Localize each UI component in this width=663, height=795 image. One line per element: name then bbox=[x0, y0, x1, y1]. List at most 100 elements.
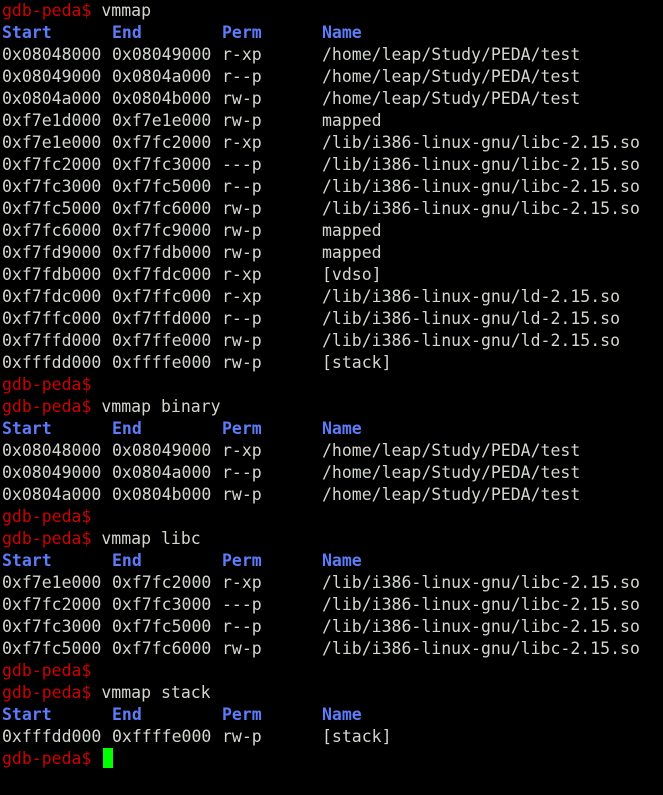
cell-perm: rw-p bbox=[222, 89, 262, 108]
cell-perm: r--p bbox=[222, 309, 262, 328]
cell-perm: ---p bbox=[222, 155, 262, 174]
cell-end: 0xf7fc5000 bbox=[112, 617, 212, 636]
column-header-start: Start bbox=[2, 551, 52, 570]
cell-end: 0xf7fc3000 bbox=[112, 155, 212, 174]
cell-perm: rw-p bbox=[222, 111, 262, 130]
prompt-line: gdb-peda$ vmmap stack bbox=[2, 682, 211, 704]
cell-start: 0xfffdd000 bbox=[2, 353, 102, 372]
cell-perm: r-xp bbox=[222, 265, 262, 284]
command-text: vmmap libc bbox=[101, 529, 201, 548]
cell-start: 0x08048000 bbox=[2, 441, 102, 460]
cell-name: mapped bbox=[322, 221, 382, 240]
cell-name: /lib/i386-linux-gnu/libc-2.15.so bbox=[322, 199, 640, 218]
terminal-window[interactable]: gdb-peda$ vmmap Start End Perm Name 0x0804800… bbox=[0, 0, 663, 795]
column-header-name: Name bbox=[322, 551, 362, 570]
cell-name: /lib/i386-linux-gnu/libc-2.15.so bbox=[322, 595, 640, 614]
cell-perm: rw-p bbox=[222, 243, 262, 262]
prompt-line: gdb-peda$ bbox=[2, 660, 91, 682]
cell-perm: r--p bbox=[222, 67, 262, 86]
command-text: vmmap bbox=[101, 1, 152, 20]
prompt-line: gdb-peda$ bbox=[2, 506, 91, 528]
cell-start: 0x08049000 bbox=[2, 463, 102, 482]
terminal-cursor[interactable] bbox=[103, 748, 114, 768]
cell-end: 0xf7fc3000 bbox=[112, 595, 212, 614]
cell-name: /lib/i386-linux-gnu/libc-2.15.so bbox=[322, 133, 640, 152]
prompt-label: gdb-peda$ bbox=[2, 683, 92, 702]
cell-perm: r-xp bbox=[222, 133, 262, 152]
cell-name: /lib/i386-linux-gnu/ld-2.15.so bbox=[322, 287, 621, 306]
cell-name: /home/leap/Study/PEDA/test bbox=[322, 67, 581, 86]
cell-start: 0xf7ffd000 bbox=[2, 331, 102, 350]
cell-end: 0xffffe000 bbox=[112, 727, 212, 746]
prompt-line: gdb-peda$ vmmap binary bbox=[2, 396, 221, 418]
cell-start: 0x0804a000 bbox=[2, 485, 102, 504]
cell-perm: r--p bbox=[222, 463, 262, 482]
cell-perm: r-xp bbox=[222, 287, 262, 306]
cell-name: mapped bbox=[322, 111, 382, 130]
cell-start: 0xf7fc2000 bbox=[2, 155, 102, 174]
column-header-perm: Perm bbox=[222, 551, 262, 570]
cell-end: 0x0804b000 bbox=[112, 485, 212, 504]
cell-start: 0xf7e1e000 bbox=[2, 133, 102, 152]
cell-name: /lib/i386-linux-gnu/libc-2.15.so bbox=[322, 617, 640, 636]
column-header-perm: Perm bbox=[222, 419, 262, 438]
cell-start: 0xfffdd000 bbox=[2, 727, 102, 746]
cell-start: 0xf7fdc000 bbox=[2, 287, 102, 306]
cell-end: 0xf7ffe000 bbox=[112, 331, 212, 350]
cell-end: 0xf7fc9000 bbox=[112, 221, 212, 240]
cell-name: /home/leap/Study/PEDA/test bbox=[322, 45, 581, 64]
prompt-line: gdb-peda$ bbox=[2, 748, 114, 770]
cell-end: 0xf7fc6000 bbox=[112, 199, 212, 218]
cell-start: 0xf7fc3000 bbox=[2, 177, 102, 196]
column-header-perm: Perm bbox=[222, 705, 262, 724]
cell-perm: r--p bbox=[222, 177, 262, 196]
column-header-start: Start bbox=[2, 419, 52, 438]
cell-start: 0xf7fc2000 bbox=[2, 595, 102, 614]
cell-start: 0x08048000 bbox=[2, 45, 102, 64]
cell-name: /home/leap/Study/PEDA/test bbox=[322, 441, 581, 460]
cell-perm: ---p bbox=[222, 595, 262, 614]
cell-start: 0xf7fc5000 bbox=[2, 199, 102, 218]
cell-perm: rw-p bbox=[222, 727, 262, 746]
cell-end: 0xf7e1e000 bbox=[112, 111, 212, 130]
cell-end: 0xf7ffc000 bbox=[112, 287, 212, 306]
cell-name: /lib/i386-linux-gnu/ld-2.15.so bbox=[322, 331, 621, 350]
column-header-start: Start bbox=[2, 23, 52, 42]
cell-start: 0x0804a000 bbox=[2, 89, 102, 108]
cell-end: 0x08049000 bbox=[112, 441, 212, 460]
column-header-end: End bbox=[112, 551, 142, 570]
column-header-perm: Perm bbox=[222, 23, 262, 42]
cell-end: 0x08049000 bbox=[112, 45, 212, 64]
cell-end: 0x0804b000 bbox=[112, 89, 212, 108]
cell-name: /lib/i386-linux-gnu/libc-2.15.so bbox=[322, 155, 640, 174]
cell-end: 0x0804a000 bbox=[112, 463, 212, 482]
cell-end: 0x0804a000 bbox=[112, 67, 212, 86]
prompt-label: gdb-peda$ bbox=[2, 375, 92, 394]
cell-start: 0xf7fc6000 bbox=[2, 221, 102, 240]
cell-name: /home/leap/Study/PEDA/test bbox=[322, 89, 581, 108]
cell-name: [stack] bbox=[322, 727, 392, 746]
column-header-name: Name bbox=[322, 23, 362, 42]
cell-perm: rw-p bbox=[222, 639, 262, 658]
cell-perm: rw-p bbox=[222, 331, 262, 350]
cell-start: 0xf7e1e000 bbox=[2, 573, 102, 592]
cell-name: /lib/i386-linux-gnu/libc-2.15.so bbox=[322, 177, 640, 196]
command-text: vmmap binary bbox=[101, 397, 221, 416]
cell-perm: rw-p bbox=[222, 353, 262, 372]
cell-end: 0xf7fc5000 bbox=[112, 177, 212, 196]
cell-perm: r-xp bbox=[222, 441, 262, 460]
cell-start: 0xf7fdb000 bbox=[2, 265, 102, 284]
cell-name: [vdso] bbox=[322, 265, 382, 284]
column-header-name: Name bbox=[322, 419, 362, 438]
cell-start: 0x08049000 bbox=[2, 67, 102, 86]
cell-end: 0xf7fc2000 bbox=[112, 133, 212, 152]
cell-perm: r-xp bbox=[222, 45, 262, 64]
prompt-label: gdb-peda$ bbox=[2, 661, 92, 680]
cell-perm: rw-p bbox=[222, 485, 262, 504]
prompt-line: gdb-peda$ vmmap libc bbox=[2, 528, 201, 550]
prompt-label: gdb-peda$ bbox=[2, 1, 92, 20]
cell-end: 0xffffe000 bbox=[112, 353, 212, 372]
cell-end: 0xf7fc2000 bbox=[112, 573, 212, 592]
cell-start: 0xf7fc3000 bbox=[2, 617, 102, 636]
cell-name: /lib/i386-linux-gnu/ld-2.15.so bbox=[322, 309, 621, 328]
